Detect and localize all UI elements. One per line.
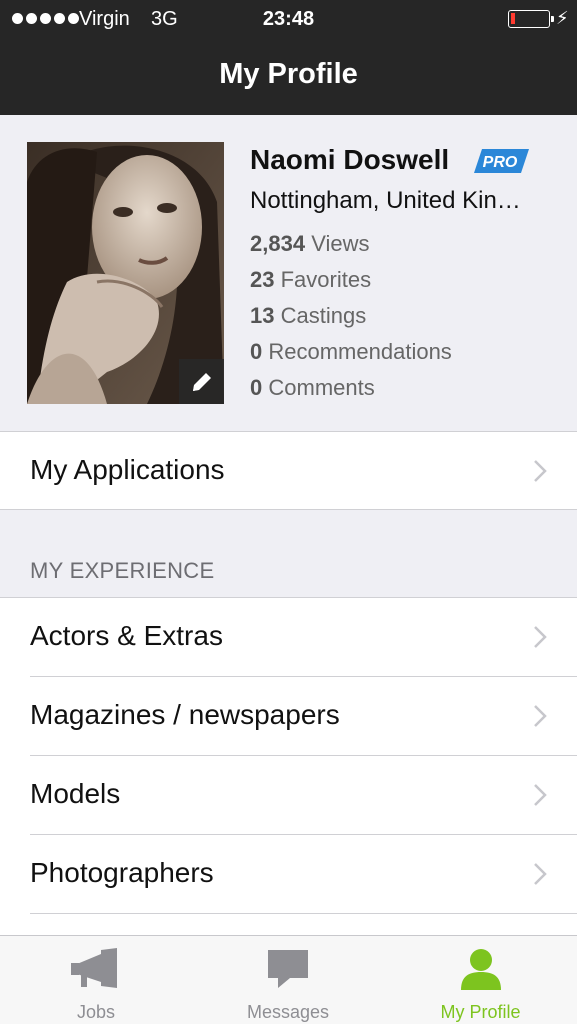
status-time: 23:48: [262, 8, 315, 30]
pencil-icon: [192, 372, 211, 391]
person-icon: [460, 949, 501, 990]
my-applications-label: My Applications: [30, 454, 225, 485]
chevron-right-icon: [534, 863, 547, 885]
tab-label: Jobs: [76, 1002, 116, 1022]
tab-bar: Jobs Messages My Profile: [0, 935, 577, 1024]
section-header-experience: MY EXPERIENCE: [30, 558, 215, 583]
tab-jobs[interactable]: Jobs: [0, 936, 192, 1024]
profile-photo[interactable]: [27, 142, 224, 404]
profile-name: Naomi Doswell: [250, 144, 450, 175]
stat-favorites: 23 Favorites: [250, 267, 372, 292]
chevron-right-icon: [534, 784, 547, 806]
speech-bubble-icon: [268, 950, 308, 988]
chevron-right-icon: [534, 460, 547, 482]
battery-icon: [508, 10, 554, 28]
stat-recommendations: 0 Recommendations: [250, 339, 452, 364]
charging-icon: ⚡: [556, 8, 569, 28]
divider: [0, 509, 577, 510]
top-bar: Virgin 3G 23:48 ⚡ My Profile: [0, 0, 577, 115]
experience-item-photographers[interactable]: Photographers: [0, 835, 577, 913]
stat-castings: 13 Castings: [250, 303, 367, 328]
tab-my-profile[interactable]: My Profile: [384, 936, 577, 1024]
stat-comments: 0 Comments: [250, 375, 375, 400]
divider: [30, 913, 577, 914]
edit-photo-button[interactable]: [179, 359, 224, 404]
svg-text:PRO: PRO: [483, 154, 518, 171]
profile-location: Nottingham, United Kin…: [250, 187, 521, 214]
tab-messages[interactable]: Messages: [192, 936, 384, 1024]
stat-views: 2,834 Views: [250, 231, 370, 256]
list-item-label: Actors & Extras: [30, 620, 223, 651]
tab-label: Messages: [246, 1002, 330, 1022]
experience-item-models[interactable]: Models: [0, 756, 577, 834]
experience-item-magazines-newspapers[interactable]: Magazines / newspapers: [0, 677, 577, 755]
list-item-label: Models: [30, 778, 121, 809]
status-bar: Virgin 3G 23:48 ⚡: [0, 0, 577, 40]
pro-badge: PRO: [474, 149, 529, 173]
experience-list: Actors & Extras Magazines / newspapers M…: [0, 598, 577, 935]
chevron-right-icon: [534, 705, 547, 727]
my-applications-row[interactable]: My Applications: [0, 432, 577, 509]
list-item-label: Photographers: [30, 857, 214, 888]
page-title: My Profile: [219, 58, 358, 90]
list-item-label: Magazines / newspapers: [30, 699, 340, 730]
tab-label: My Profile: [440, 1002, 521, 1022]
chevron-right-icon: [534, 626, 547, 648]
profile-header: Naomi Doswell PRO Nottingham, United Kin…: [0, 115, 577, 431]
experience-item-actors-extras[interactable]: Actors & Extras: [0, 598, 577, 676]
megaphone-icon: [71, 948, 117, 988]
